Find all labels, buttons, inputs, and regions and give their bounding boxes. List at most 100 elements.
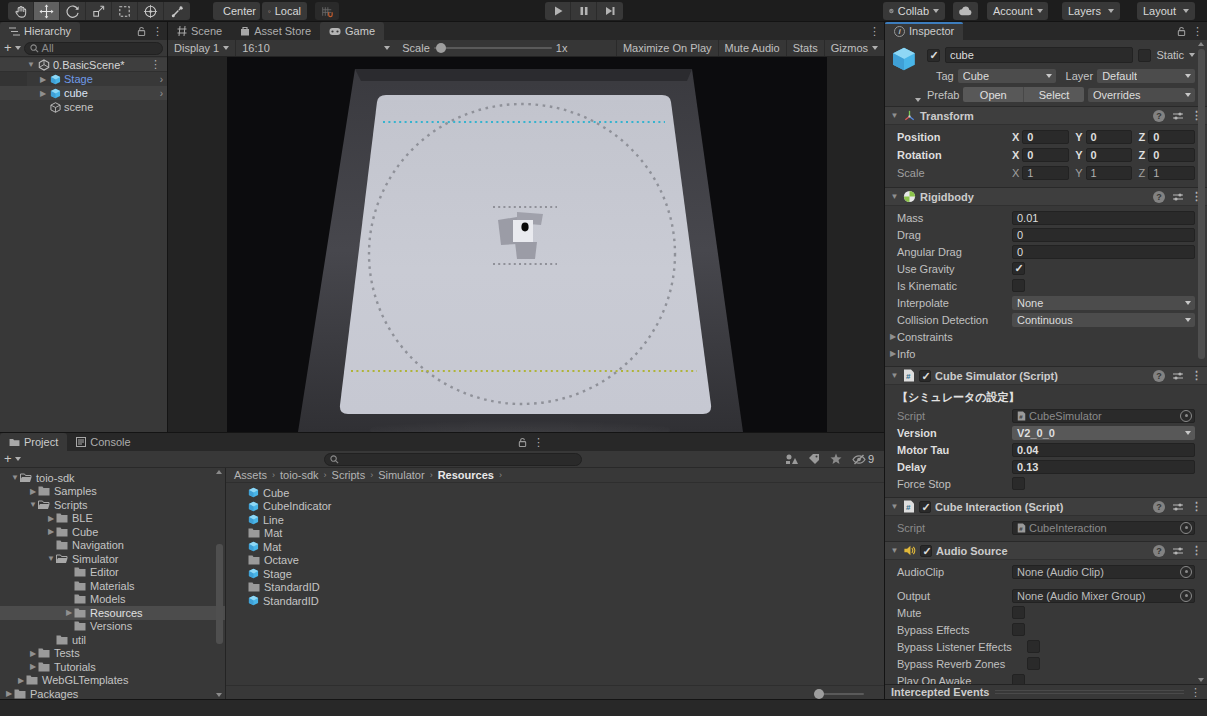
hierarchy-item-scene[interactable]: scene xyxy=(0,100,167,114)
prefab-nav-arrow-icon[interactable]: › xyxy=(160,88,163,99)
search-by-type-icon[interactable] xyxy=(785,453,798,465)
project-search-input[interactable] xyxy=(324,453,582,466)
tree-item-navigation[interactable]: Navigation xyxy=(0,539,225,553)
output-field[interactable]: None (Audio Mixer Group) xyxy=(1012,589,1195,603)
tab-project[interactable]: Project xyxy=(0,433,67,451)
tree-item-versions[interactable]: Versions xyxy=(0,620,225,634)
force-stop-checkbox[interactable] xyxy=(1012,477,1025,490)
stats-button[interactable]: Stats xyxy=(787,40,824,56)
project-create-arrow[interactable] xyxy=(15,457,21,461)
tree-item-samples[interactable]: ▶ Samples xyxy=(0,485,225,499)
foldout-expanded-icon[interactable]: ▼ xyxy=(890,371,899,380)
inspector-scrollbar[interactable] xyxy=(1196,41,1207,683)
drag-field[interactable]: 0 xyxy=(1012,228,1195,242)
cube-simulator-header[interactable]: ▼ # Cube Simulator (Script) ? ⋮ xyxy=(885,366,1207,385)
file-octave-folder[interactable]: Octave xyxy=(226,554,884,568)
cube-interaction-header[interactable]: ▼ # Cube Interaction (Script) ? ⋮ xyxy=(885,497,1207,516)
icon-dropdown-arrow[interactable] xyxy=(915,98,921,102)
help-icon[interactable]: ? xyxy=(1153,370,1165,382)
scene-menu-icon[interactable]: ⋮ xyxy=(150,58,161,71)
component-enabled-checkbox[interactable] xyxy=(919,370,931,382)
file-mat-folder[interactable]: Mat xyxy=(226,527,884,541)
collab-button[interactable]: Collab xyxy=(883,2,945,20)
favorites-icon[interactable] xyxy=(830,453,842,465)
search-by-label-icon[interactable] xyxy=(808,453,820,465)
tree-item-models[interactable]: Models xyxy=(0,593,225,607)
tree-item-cube[interactable]: ▶ Cube xyxy=(0,525,225,539)
rotation-x-field[interactable]: 0 xyxy=(1022,148,1069,162)
scale-slider-track[interactable] xyxy=(434,47,552,49)
interpolate-dropdown[interactable]: None xyxy=(1012,296,1195,310)
scale-z-field[interactable]: 1 xyxy=(1148,166,1195,180)
file-cubeindicator[interactable]: CubeIndicator xyxy=(226,500,884,514)
tree-item-scripts[interactable]: ▼ Scripts xyxy=(0,498,225,512)
tree-item-tutorials[interactable]: ▶ Tutorials xyxy=(0,660,225,674)
audio-source-header[interactable]: ▼ Audio Source ? ⋮ xyxy=(885,541,1207,560)
hierarchy-item-stage[interactable]: ▶ Stage › xyxy=(0,72,167,86)
scale-y-field[interactable]: 1 xyxy=(1086,166,1133,180)
object-picker-icon[interactable] xyxy=(1180,410,1192,422)
tree-item-simulator[interactable]: ▼ Simulator xyxy=(0,552,225,566)
inspector-menu-icon[interactable]: ⋮ xyxy=(1192,25,1203,38)
help-icon[interactable]: ? xyxy=(1153,545,1165,557)
project-create-button[interactable]: + xyxy=(4,454,12,464)
rigidbody-header[interactable]: ▼ Rigidbody ? ⋮ xyxy=(885,187,1207,206)
component-enabled-checkbox[interactable] xyxy=(920,545,932,557)
component-enabled-checkbox[interactable] xyxy=(919,501,931,513)
layers-dropdown[interactable]: Layers xyxy=(1062,2,1120,20)
object-picker-icon[interactable] xyxy=(1180,522,1192,534)
intercepted-events-menu-icon[interactable]: ⋮ xyxy=(1190,686,1201,699)
layer-dropdown[interactable]: Default xyxy=(1097,69,1195,83)
game-viewport[interactable] xyxy=(168,57,884,432)
version-dropdown[interactable]: V2_0_0 xyxy=(1012,426,1195,440)
script-field[interactable]: # CubeSimulator xyxy=(1012,409,1195,423)
bypass-listener-checkbox[interactable] xyxy=(1027,640,1040,653)
maximize-on-play-button[interactable]: Maximize On Play xyxy=(617,40,718,56)
position-z-field[interactable]: 0 xyxy=(1148,130,1195,144)
prefab-overrides-dropdown[interactable]: Overrides xyxy=(1088,88,1195,102)
breadcrumb-resources[interactable]: Resources xyxy=(438,469,494,481)
position-x-field[interactable]: 0 xyxy=(1022,130,1069,144)
aspect-dropdown[interactable]: 16:10 xyxy=(236,40,396,56)
icon-size-slider[interactable] xyxy=(814,693,864,695)
display-dropdown[interactable]: Display 1 xyxy=(168,40,235,56)
file-standardid[interactable]: StandardID xyxy=(226,594,884,608)
foldout-expanded-icon[interactable]: ▼ xyxy=(26,60,36,69)
lock-icon[interactable] xyxy=(1177,26,1186,37)
foldout-collapsed-icon[interactable]: ▶ xyxy=(38,89,48,98)
scale-slider[interactable]: Scale 1x xyxy=(396,40,573,56)
lock-icon[interactable] xyxy=(137,26,146,37)
hierarchy-create-button[interactable]: + xyxy=(4,43,12,53)
tree-item-toio-sdk[interactable]: ▼ toio-sdk xyxy=(0,471,225,485)
motor-tau-field[interactable]: 0.04 xyxy=(1012,443,1195,457)
tab-game[interactable]: Game xyxy=(320,22,384,40)
project-tree-scrollbar[interactable] xyxy=(215,470,224,697)
prefab-open-button[interactable]: Open xyxy=(963,87,1024,102)
bypass-reverb-checkbox[interactable] xyxy=(1027,657,1040,670)
foldout-expanded-icon[interactable]: ▼ xyxy=(890,502,899,511)
collision-detection-dropdown[interactable]: Continuous xyxy=(1012,313,1195,327)
transform-tool-button[interactable] xyxy=(138,2,164,20)
presets-icon[interactable] xyxy=(1172,501,1184,513)
foldout-collapsed-icon[interactable]: ▶ xyxy=(38,75,48,84)
foldout-expanded-icon[interactable]: ▼ xyxy=(890,192,899,201)
breadcrumb-assets[interactable]: Assets xyxy=(234,469,267,481)
scale-x-field[interactable]: 1 xyxy=(1022,166,1069,180)
audioclip-field[interactable]: None (Audio Clip) xyxy=(1012,565,1195,579)
rect-tool-button[interactable] xyxy=(112,2,138,20)
move-tool-button[interactable] xyxy=(34,2,60,20)
pause-button[interactable] xyxy=(571,2,597,20)
info-foldout[interactable]: ▶Info xyxy=(885,345,1207,362)
script-field[interactable]: # CubeInteraction xyxy=(1012,521,1195,535)
file-standardid-folder[interactable]: StandardID xyxy=(226,581,884,595)
lock-icon[interactable] xyxy=(518,437,527,448)
tree-item-webgltemplates[interactable]: ▶ WebGLTemplates xyxy=(0,674,225,688)
hierarchy-create-arrow[interactable] xyxy=(15,46,21,50)
tab-hierarchy[interactable]: Hierarchy xyxy=(0,22,80,40)
static-dropdown-arrow[interactable] xyxy=(1189,53,1195,57)
file-mat[interactable]: Mat xyxy=(226,540,884,554)
hierarchy-menu-icon[interactable]: ⋮ xyxy=(152,25,163,38)
static-checkbox[interactable] xyxy=(1138,49,1151,62)
use-gravity-checkbox[interactable] xyxy=(1012,262,1025,275)
is-kinematic-checkbox[interactable] xyxy=(1012,279,1025,292)
